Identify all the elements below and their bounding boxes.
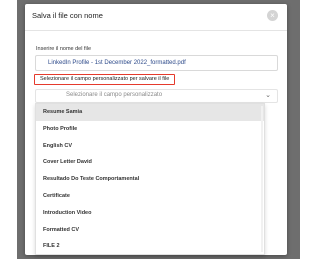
save-file-dialog: Salva il file con nome × Inserire il nom…	[25, 4, 287, 255]
dropdown-option[interactable]: Certificate	[36, 188, 264, 205]
dropdown-option[interactable]: Photo Profile	[36, 121, 264, 138]
dropdown-option[interactable]: Resultado Do Teste Comportamental	[36, 171, 264, 188]
dropdown-option[interactable]: Cover Letter David	[36, 154, 264, 171]
custom-field-dropdown-list: Resume Samia Photo Profile English CV Co…	[35, 103, 265, 255]
dropdown-option[interactable]: Resume Samia	[36, 104, 264, 121]
dropdown-option[interactable]: FILE 2	[36, 238, 264, 255]
dialog-header: Salva il file con nome ×	[25, 4, 287, 31]
close-icon[interactable]: ×	[267, 10, 278, 21]
filename-input[interactable]: LinkedIn Profile - 1st December 2022_for…	[35, 55, 278, 71]
dropdown-option[interactable]: Introduction Video	[36, 205, 264, 222]
chevron-down-icon[interactable]: ⌄	[265, 91, 271, 99]
filename-label: Inserire il nome del file	[36, 46, 92, 52]
dropdown-scrollbar[interactable]	[261, 106, 263, 252]
dropdown-option[interactable]: English CV	[36, 138, 264, 155]
dialog-title: Salva il file con nome	[32, 11, 103, 20]
custom-field-label-highlighted: Selezionare il campo personalizzato per …	[34, 74, 176, 85]
dropdown-option[interactable]: Formatted CV	[36, 222, 264, 239]
custom-field-select[interactable]: Selezionare il campo personalizzato ⌄	[35, 89, 278, 103]
select-placeholder: Selezionare il campo personalizzato	[66, 92, 163, 98]
